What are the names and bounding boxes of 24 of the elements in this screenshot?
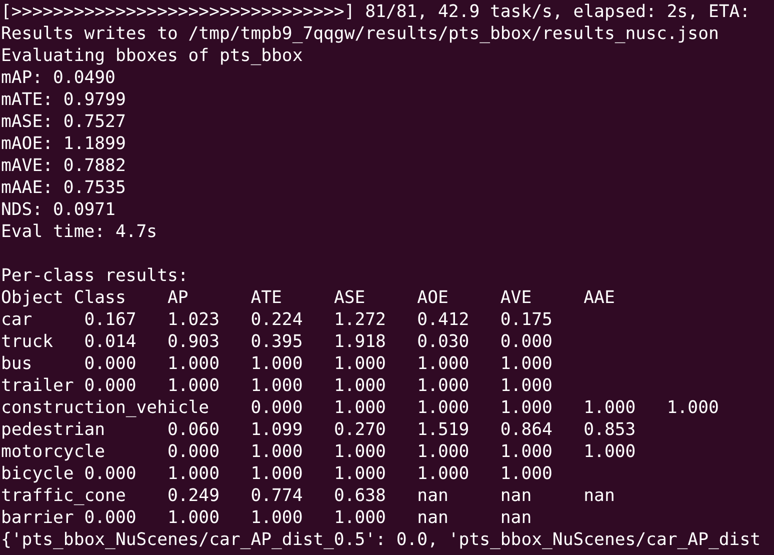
terminal-line: trailer 0.000 1.000 1.000 1.000 1.000 1.000 (1, 375, 552, 397)
terminal-line: Per-class results: (1, 265, 188, 287)
terminal-line: mAAE: 0.7535 (1, 177, 126, 199)
terminal-line: mASE: 0.7527 (1, 111, 126, 133)
terminal-line: bus 0.000 1.000 1.000 1.000 1.000 1.000 (1, 353, 552, 375)
terminal-line: truck 0.014 0.903 0.395 1.918 0.030 0.000 (1, 331, 552, 353)
terminal-line: {'pts_bbox_NuScenes/car_AP_dist_0.5': 0.0, 'pts_bbox_NuScenes/car_AP_dist (1, 529, 761, 551)
terminal-line: mAVE: 0.7882 (1, 155, 126, 177)
terminal-line: pedestrian 0.060 1.099 0.270 1.519 0.864 0.853 (1, 419, 636, 441)
terminal-line: bicycle 0.000 1.000 1.000 1.000 1.000 1.000 (1, 463, 552, 485)
terminal-line: [>>>>>>>>>>>>>>>>>>>>>>>>>>>>>>>>] 81/81, 42.9 task/s, elapsed: 2s, ETA: (1, 1, 750, 23)
terminal-line: Evaluating bboxes of pts_bbox (1, 45, 303, 67)
terminal-line: Results writes to /tmp/tmpb9_7qqgw/results/pts_bbox/results_nusc.json (1, 23, 719, 45)
terminal-line: mATE: 0.9799 (1, 89, 126, 111)
terminal-line: car 0.167 1.023 0.224 1.272 0.412 0.175 (1, 309, 552, 331)
terminal-line: mAP: 0.0490 (1, 67, 116, 89)
terminal-line: barrier 0.000 1.000 1.000 1.000 nan nan (1, 507, 532, 529)
terminal-line: mAOE: 1.1899 (1, 133, 126, 155)
terminal-line: traffic_cone 0.249 0.774 0.638 nan nan nan (1, 485, 615, 507)
terminal-line: construction_vehicle 0.000 1.000 1.000 1.000 1.000 1.000 (1, 397, 719, 419)
terminal-line: motorcycle 0.000 1.000 1.000 1.000 1.000 1.000 (1, 441, 636, 463)
terminal-line: Object Class AP ATE ASE AOE AVE AAE (1, 287, 615, 309)
terminal-line: Eval time: 4.7s (1, 221, 158, 243)
terminal-line: NDS: 0.0971 (1, 199, 116, 221)
